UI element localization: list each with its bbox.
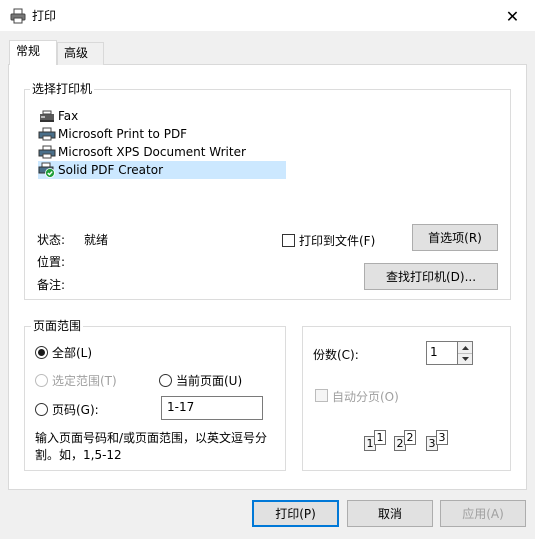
- printer-icon: [10, 8, 26, 24]
- printer-item-microsoft-xps-document-writer[interactable]: Microsoft XPS Document Writer: [38, 143, 286, 161]
- fax-printer-icon: [38, 108, 56, 124]
- find-printer-button[interactable]: 查找打印机(D)...: [364, 263, 498, 290]
- collate-checkbox: [315, 389, 328, 402]
- printer-name: Microsoft Print to PDF: [58, 127, 188, 141]
- print-to-file-label: 打印到文件(F): [299, 234, 376, 248]
- printer-item-microsoft-print-to-pdf[interactable]: Microsoft Print to PDF: [38, 125, 286, 143]
- range-pages-radio[interactable]: [35, 403, 48, 416]
- printer-icon: [38, 144, 56, 160]
- print-button[interactable]: 打印(P): [252, 500, 339, 527]
- range-current-page-label: 当前页面(U): [176, 374, 243, 388]
- range-pages-label: 页码(G):: [52, 403, 99, 417]
- location-label: 位置:: [37, 255, 66, 269]
- printer-name: Microsoft XPS Document Writer: [58, 145, 246, 159]
- chevron-down-icon: [461, 357, 469, 361]
- page-range-title: 页面范围: [31, 319, 84, 333]
- range-selection-option: 选定范围(T): [35, 372, 117, 389]
- comment-label: 备注:: [37, 278, 66, 292]
- spin-up-button[interactable]: [458, 342, 472, 353]
- range-hint: 输入页面号码和/或页面范围，以英文逗号分割。如，1,5-12: [35, 431, 268, 462]
- printer-icon: [38, 126, 56, 142]
- range-all-radio[interactable]: [35, 346, 48, 359]
- collate-sheet: 3: [436, 430, 448, 445]
- range-all-option[interactable]: 全部(L): [35, 344, 92, 361]
- window-title: 打印: [32, 9, 57, 23]
- close-button[interactable]: ✕: [490, 0, 535, 32]
- collate-sheet: 2: [404, 430, 416, 445]
- printer-name: Solid PDF Creator: [58, 163, 164, 177]
- copies-spinner[interactable]: [457, 341, 473, 365]
- tab-general[interactable]: 常规: [9, 40, 57, 65]
- preferences-button[interactable]: 首选项(R): [412, 224, 498, 251]
- spin-down-button[interactable]: [458, 353, 472, 364]
- print-to-file-checkbox[interactable]: [282, 234, 295, 247]
- default-printer-icon: [38, 162, 56, 178]
- cancel-button[interactable]: 取消: [347, 500, 433, 527]
- chevron-up-icon: [461, 345, 469, 350]
- tab-advanced[interactable]: 高级: [57, 42, 104, 65]
- status-value: 就绪: [84, 233, 109, 247]
- collate-label: 自动分页(O): [332, 390, 399, 404]
- range-selection-label: 选定范围(T): [52, 374, 117, 388]
- printer-name: Fax: [58, 109, 79, 123]
- range-all-label: 全部(L): [52, 346, 93, 360]
- range-selection-radio: [35, 374, 48, 387]
- printer-item-solid-pdf-creator[interactable]: Solid PDF Creator: [38, 161, 286, 179]
- range-current-page-radio[interactable]: [159, 374, 172, 387]
- print-to-file-option[interactable]: 打印到文件(F): [282, 232, 375, 249]
- title-bar: [0, 0, 535, 32]
- printer-group-title: 选择打印机: [30, 82, 95, 96]
- copies-input[interactable]: 1: [426, 341, 458, 365]
- close-icon: ✕: [505, 6, 520, 26]
- apply-button: 应用(A): [440, 500, 526, 527]
- range-current-page-option[interactable]: 当前页面(U): [159, 372, 242, 389]
- pages-input[interactable]: 1-17: [161, 396, 263, 420]
- copies-label: 份数(C):: [313, 348, 359, 362]
- range-pages-option[interactable]: 页码(G):: [35, 401, 99, 418]
- collate-sheet: 1: [374, 430, 386, 445]
- status-label: 状态:: [37, 233, 66, 247]
- printer-item-fax[interactable]: Fax: [38, 107, 286, 125]
